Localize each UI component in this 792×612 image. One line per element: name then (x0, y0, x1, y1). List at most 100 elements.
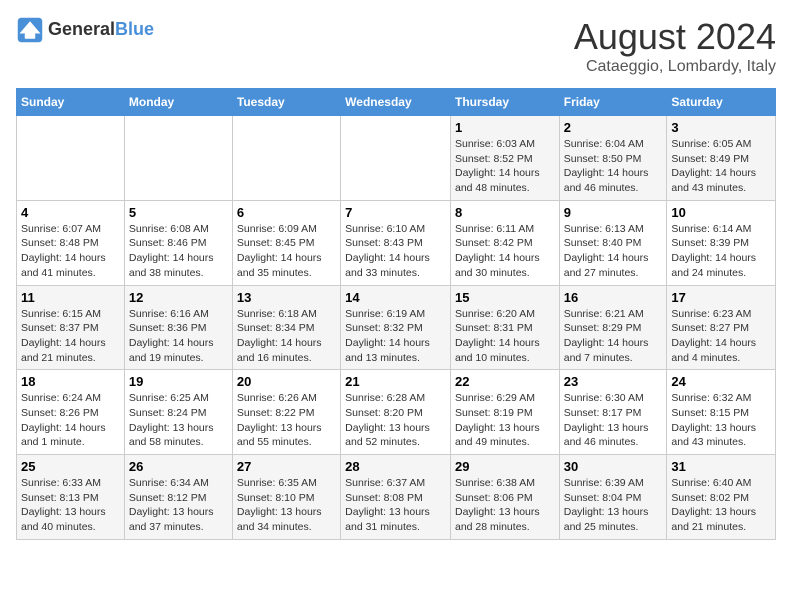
day-header-wednesday: Wednesday (341, 89, 451, 116)
day-number: 10 (671, 205, 771, 220)
day-number: 5 (129, 205, 228, 220)
day-number: 1 (455, 120, 555, 135)
day-info: Sunrise: 6:39 AM Sunset: 8:04 PM Dayligh… (564, 476, 663, 535)
calendar-cell (17, 116, 125, 201)
day-header-friday: Friday (559, 89, 667, 116)
calendar-cell: 30 Sunrise: 6:39 AM Sunset: 8:04 PM Dayli… (559, 455, 667, 540)
day-number: 18 (21, 374, 120, 389)
day-number: 16 (564, 290, 663, 305)
day-info: Sunrise: 6:20 AM Sunset: 8:31 PM Dayligh… (455, 307, 555, 366)
day-header-sunday: Sunday (17, 89, 125, 116)
calendar-cell: 1 Sunrise: 6:03 AM Sunset: 8:52 PM Daylig… (450, 116, 559, 201)
calendar-cell: 15 Sunrise: 6:20 AM Sunset: 8:31 PM Dayli… (450, 285, 559, 370)
day-number: 26 (129, 459, 228, 474)
calendar-cell (341, 116, 451, 201)
day-number: 22 (455, 374, 555, 389)
day-info: Sunrise: 6:37 AM Sunset: 8:08 PM Dayligh… (345, 476, 446, 535)
day-info: Sunrise: 6:32 AM Sunset: 8:15 PM Dayligh… (671, 391, 771, 450)
header: GeneralBlue August 2024 Cataeggio, Lomba… (16, 16, 776, 76)
day-number: 4 (21, 205, 120, 220)
day-info: Sunrise: 6:11 AM Sunset: 8:42 PM Dayligh… (455, 222, 555, 281)
day-number: 19 (129, 374, 228, 389)
day-info: Sunrise: 6:16 AM Sunset: 8:36 PM Dayligh… (129, 307, 228, 366)
calendar-week-row: 4Sunrise: 6:07 AM Sunset: 8:48 PM Daylig… (17, 200, 776, 285)
day-number: 17 (671, 290, 771, 305)
calendar-cell: 13 Sunrise: 6:18 AM Sunset: 8:34 PM Dayli… (232, 285, 340, 370)
day-header-monday: Monday (124, 89, 232, 116)
day-info: Sunrise: 6:34 AM Sunset: 8:12 PM Dayligh… (129, 476, 228, 535)
month-title: August 2024 (574, 16, 776, 58)
day-number: 27 (237, 459, 336, 474)
calendar-header-row: SundayMondayTuesdayWednesdayThursdayFrid… (17, 89, 776, 116)
calendar-cell: 16 Sunrise: 6:21 AM Sunset: 8:29 PM Dayli… (559, 285, 667, 370)
calendar-body: 1 Sunrise: 6:03 AM Sunset: 8:52 PM Daylig… (17, 116, 776, 540)
day-number: 21 (345, 374, 446, 389)
day-number: 11 (21, 290, 120, 305)
day-info: Sunrise: 6:03 AM Sunset: 8:52 PM Dayligh… (455, 137, 555, 196)
day-header-saturday: Saturday (667, 89, 776, 116)
day-info: Sunrise: 6:33 AM Sunset: 8:13 PM Dayligh… (21, 476, 120, 535)
logo-text: GeneralBlue (48, 20, 154, 40)
calendar-cell: 9Sunrise: 6:13 AM Sunset: 8:40 PM Daylig… (559, 200, 667, 285)
calendar-cell: 25 Sunrise: 6:33 AM Sunset: 8:13 PM Dayli… (17, 455, 125, 540)
calendar-cell: 28Sunrise: 6:37 AM Sunset: 8:08 PM Dayli… (341, 455, 451, 540)
calendar-week-row: 1 Sunrise: 6:03 AM Sunset: 8:52 PM Daylig… (17, 116, 776, 201)
calendar-cell: 20 Sunrise: 6:26 AM Sunset: 8:22 PM Dayli… (232, 370, 340, 455)
calendar-cell: 14 Sunrise: 6:19 AM Sunset: 8:32 PM Dayli… (341, 285, 451, 370)
day-info: Sunrise: 6:38 AM Sunset: 8:06 PM Dayligh… (455, 476, 555, 535)
calendar-cell: 29 Sunrise: 6:38 AM Sunset: 8:06 PM Dayli… (450, 455, 559, 540)
day-number: 12 (129, 290, 228, 305)
day-number: 3 (671, 120, 771, 135)
day-info: Sunrise: 6:25 AM Sunset: 8:24 PM Dayligh… (129, 391, 228, 450)
day-info: Sunrise: 6:13 AM Sunset: 8:40 PM Dayligh… (564, 222, 663, 281)
day-header-tuesday: Tuesday (232, 89, 340, 116)
calendar-cell: 4Sunrise: 6:07 AM Sunset: 8:48 PM Daylig… (17, 200, 125, 285)
day-number: 8 (455, 205, 555, 220)
day-info: Sunrise: 6:10 AM Sunset: 8:43 PM Dayligh… (345, 222, 446, 281)
calendar-cell: 2 Sunrise: 6:04 AM Sunset: 8:50 PM Daylig… (559, 116, 667, 201)
calendar-cell: 3Sunrise: 6:05 AM Sunset: 8:49 PM Daylig… (667, 116, 776, 201)
calendar-week-row: 11 Sunrise: 6:15 AM Sunset: 8:37 PM Dayli… (17, 285, 776, 370)
day-number: 6 (237, 205, 336, 220)
day-info: Sunrise: 6:29 AM Sunset: 8:19 PM Dayligh… (455, 391, 555, 450)
calendar-cell: 6 Sunrise: 6:09 AM Sunset: 8:45 PM Daylig… (232, 200, 340, 285)
day-number: 31 (671, 459, 771, 474)
calendar-cell: 27 Sunrise: 6:35 AM Sunset: 8:10 PM Dayli… (232, 455, 340, 540)
day-number: 23 (564, 374, 663, 389)
calendar-cell: 8 Sunrise: 6:11 AM Sunset: 8:42 PM Daylig… (450, 200, 559, 285)
day-info: Sunrise: 6:26 AM Sunset: 8:22 PM Dayligh… (237, 391, 336, 450)
calendar-cell: 18Sunrise: 6:24 AM Sunset: 8:26 PM Dayli… (17, 370, 125, 455)
day-number: 15 (455, 290, 555, 305)
day-number: 20 (237, 374, 336, 389)
calendar-cell: 19 Sunrise: 6:25 AM Sunset: 8:24 PM Dayli… (124, 370, 232, 455)
day-info: Sunrise: 6:15 AM Sunset: 8:37 PM Dayligh… (21, 307, 120, 366)
calendar-cell: 12 Sunrise: 6:16 AM Sunset: 8:36 PM Dayli… (124, 285, 232, 370)
day-info: Sunrise: 6:28 AM Sunset: 8:20 PM Dayligh… (345, 391, 446, 450)
calendar-table: SundayMondayTuesdayWednesdayThursdayFrid… (16, 88, 776, 540)
day-info: Sunrise: 6:21 AM Sunset: 8:29 PM Dayligh… (564, 307, 663, 366)
title-area: August 2024 Cataeggio, Lombardy, Italy (574, 16, 776, 76)
day-info: Sunrise: 6:30 AM Sunset: 8:17 PM Dayligh… (564, 391, 663, 450)
calendar-week-row: 25 Sunrise: 6:33 AM Sunset: 8:13 PM Dayli… (17, 455, 776, 540)
day-info: Sunrise: 6:04 AM Sunset: 8:50 PM Dayligh… (564, 137, 663, 196)
day-number: 2 (564, 120, 663, 135)
day-info: Sunrise: 6:18 AM Sunset: 8:34 PM Dayligh… (237, 307, 336, 366)
calendar-cell (124, 116, 232, 201)
day-info: Sunrise: 6:09 AM Sunset: 8:45 PM Dayligh… (237, 222, 336, 281)
day-number: 29 (455, 459, 555, 474)
calendar-cell: 10Sunrise: 6:14 AM Sunset: 8:39 PM Dayli… (667, 200, 776, 285)
calendar-cell: 26 Sunrise: 6:34 AM Sunset: 8:12 PM Dayli… (124, 455, 232, 540)
calendar-cell: 31 Sunrise: 6:40 AM Sunset: 8:02 PM Dayli… (667, 455, 776, 540)
calendar-cell: 24Sunrise: 6:32 AM Sunset: 8:15 PM Dayli… (667, 370, 776, 455)
day-info: Sunrise: 6:40 AM Sunset: 8:02 PM Dayligh… (671, 476, 771, 535)
day-number: 13 (237, 290, 336, 305)
day-info: Sunrise: 6:19 AM Sunset: 8:32 PM Dayligh… (345, 307, 446, 366)
day-info: Sunrise: 6:35 AM Sunset: 8:10 PM Dayligh… (237, 476, 336, 535)
day-info: Sunrise: 6:23 AM Sunset: 8:27 PM Dayligh… (671, 307, 771, 366)
calendar-cell: 22 Sunrise: 6:29 AM Sunset: 8:19 PM Dayli… (450, 370, 559, 455)
logo-icon (16, 16, 44, 44)
day-number: 30 (564, 459, 663, 474)
logo: GeneralBlue (16, 16, 154, 44)
day-number: 14 (345, 290, 446, 305)
day-number: 25 (21, 459, 120, 474)
